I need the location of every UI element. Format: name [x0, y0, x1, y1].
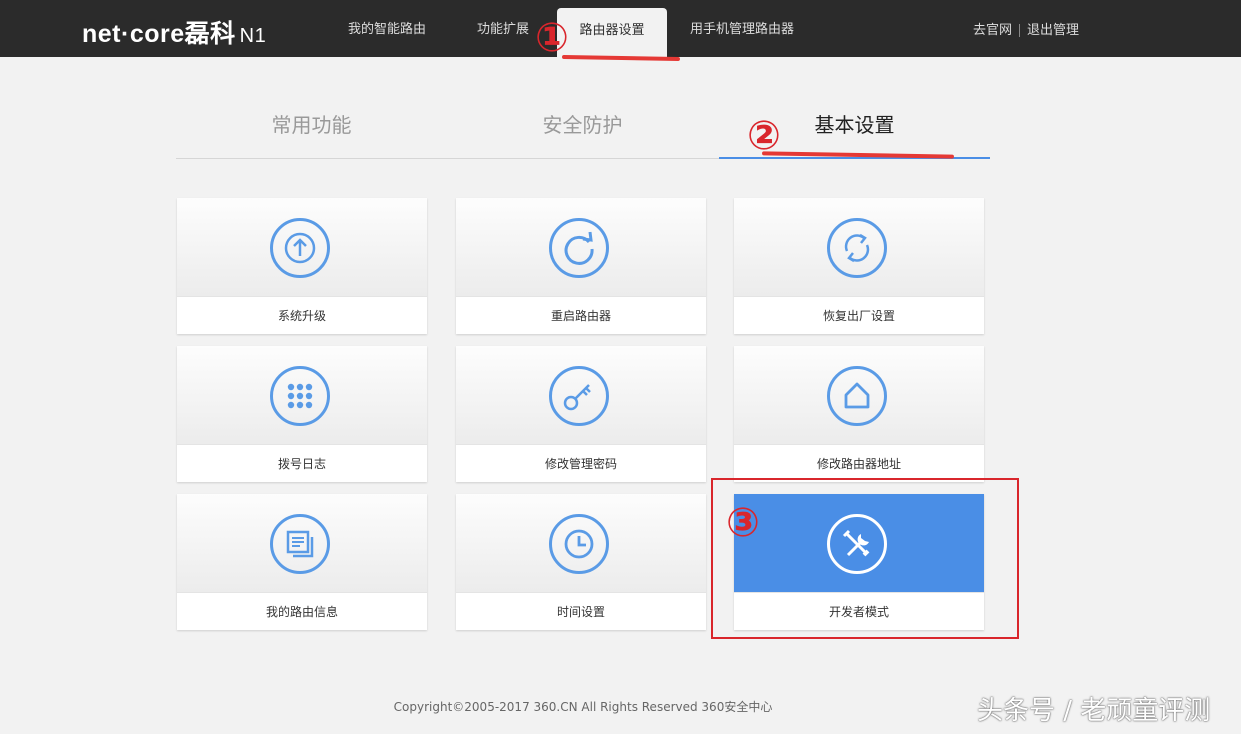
card-label: 恢复出厂设置 [734, 296, 984, 335]
annotation-1: ① [535, 15, 569, 61]
home-icon [827, 366, 887, 426]
nav-mobile-manage[interactable]: 用手机管理路由器 [690, 0, 794, 57]
tab-security[interactable]: 安全防护 [447, 100, 718, 158]
top-links: 去官网 退出管理 [973, 0, 1079, 57]
link-divider [1018, 24, 1020, 37]
top-bar: net·core磊科 N1 我的智能路由 功能扩展 路由器设置 用手机管理路由器 … [0, 0, 1241, 57]
watermark: 头条号 / 老顽童评测 [977, 696, 1211, 726]
card-icon-area [177, 198, 427, 296]
restart-icon [549, 218, 609, 278]
settings-tabs: 常用功能 安全防护 基本设置 [176, 100, 990, 159]
annotation-3: ③ [726, 500, 760, 546]
official-site-link[interactable]: 去官网 [973, 23, 1012, 38]
card-label: 修改管理密码 [456, 444, 706, 483]
nav-router-settings[interactable]: 路由器设置 [557, 8, 667, 57]
card-icon-area [177, 346, 427, 444]
factory-reset-icon [827, 218, 887, 278]
card-icon-area [734, 198, 984, 296]
info-doc-icon [270, 514, 330, 574]
logo-text: net·core [82, 20, 185, 48]
card-change-router-address[interactable]: 修改路由器地址 [734, 346, 984, 482]
netcore-logo: net·core磊科 N1 [82, 14, 266, 50]
logout-link[interactable]: 退出管理 [1027, 23, 1079, 38]
card-icon-area [456, 494, 706, 592]
annotation-underline-1 [561, 54, 681, 62]
card-icon-area [456, 346, 706, 444]
card-factory-reset[interactable]: 恢复出厂设置 [734, 198, 984, 334]
card-icon-area [734, 346, 984, 444]
upgrade-icon [270, 218, 330, 278]
key-icon [549, 366, 609, 426]
card-label: 时间设置 [456, 592, 706, 631]
card-time-settings[interactable]: 时间设置 [456, 494, 706, 630]
logo-model: N1 [239, 25, 267, 47]
card-router-info[interactable]: 我的路由信息 [177, 494, 427, 630]
card-dial-log[interactable]: 拨号日志 [177, 346, 427, 482]
card-label: 我的路由信息 [177, 592, 427, 631]
card-label: 重启路由器 [456, 296, 706, 335]
logo-cn: 磊科 [184, 20, 236, 48]
nav-my-router[interactable]: 我的智能路由 [348, 0, 426, 57]
annotation-2: ② [747, 113, 781, 159]
clock-icon [549, 514, 609, 574]
dialpad-icon [270, 366, 330, 426]
tab-common-functions[interactable]: 常用功能 [176, 100, 447, 158]
card-change-password[interactable]: 修改管理密码 [456, 346, 706, 482]
card-system-upgrade[interactable]: 系统升级 [177, 198, 427, 334]
card-label: 拨号日志 [177, 444, 427, 483]
card-label: 系统升级 [177, 296, 427, 335]
card-icon-area [456, 198, 706, 296]
card-icon-area [177, 494, 427, 592]
nav-extensions[interactable]: 功能扩展 [477, 0, 529, 57]
card-restart-router[interactable]: 重启路由器 [456, 198, 706, 334]
